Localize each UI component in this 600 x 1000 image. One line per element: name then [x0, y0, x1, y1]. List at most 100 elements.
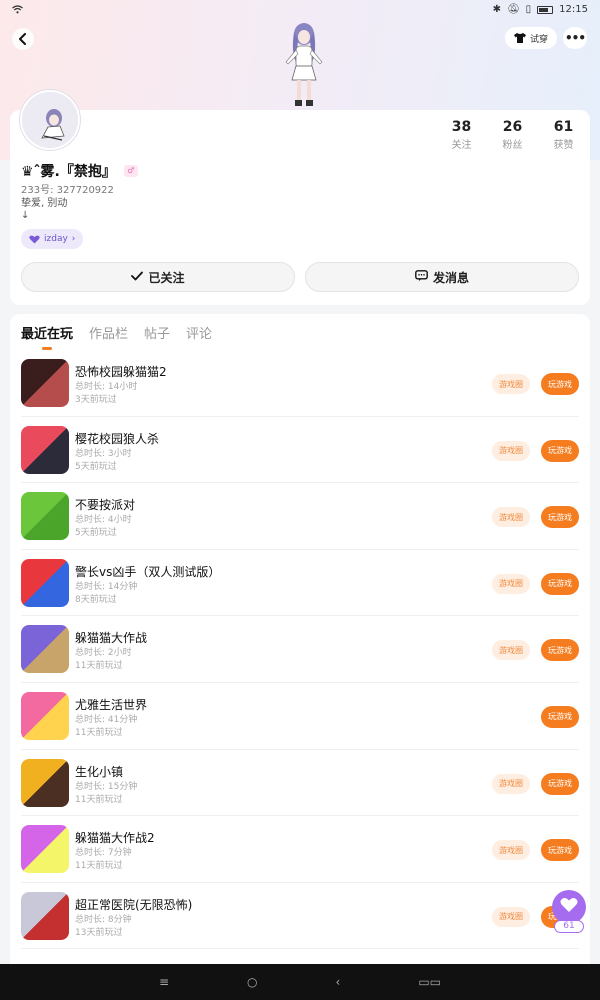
game-duration: 总时长: 15分钟 — [75, 781, 138, 792]
game-circle-button[interactable]: 游戏圈 — [492, 440, 530, 461]
game-duration: 总时长: 2小时 — [75, 648, 132, 659]
check-icon — [131, 270, 144, 284]
game-last-played: 13天前玩过 — [75, 927, 123, 938]
game-icon[interactable] — [21, 359, 69, 407]
recents-icon[interactable]: ▭▭ — [418, 975, 441, 989]
game-name: 尤雅生活世界 — [75, 697, 148, 712]
game-row[interactable]: 躲猫猫大作战2 总时长: 7分钟 11天前玩过 游戏圈 玩游戏 — [21, 816, 579, 883]
stat-likes[interactable]: 61 获赞 — [538, 119, 589, 151]
tab-works[interactable]: 作品栏 — [89, 323, 128, 342]
game-circle-button[interactable]: 游戏圈 — [492, 840, 530, 861]
game-icon[interactable] — [21, 758, 69, 807]
play-game-button[interactable]: 玩游戏 — [541, 439, 579, 462]
game-icon[interactable] — [21, 825, 69, 874]
game-circle-button[interactable]: 游戏圈 — [492, 507, 530, 528]
game-duration: 总时长: 14小时 — [75, 382, 138, 392]
bio-line: ↓ — [21, 210, 30, 221]
game-duration: 总时长: 41分钟 — [75, 714, 138, 725]
game-circle-button[interactable]: 游戏圈 — [492, 773, 530, 794]
game-icon[interactable] — [21, 891, 69, 940]
wifi-icon — [12, 5, 23, 17]
stat-value: 61 — [553, 119, 574, 135]
more-options-button[interactable]: ••• — [563, 27, 587, 49]
vibrate-icon: ▯ — [525, 4, 532, 15]
tab-comments[interactable]: 评论 — [186, 323, 212, 342]
tab-posts[interactable]: 帖子 — [144, 323, 170, 342]
clock: 12:15 — [559, 4, 588, 15]
play-game-button[interactable]: 玩游戏 — [541, 506, 579, 529]
game-name: 恐怖校园躲猫猫2 — [75, 365, 167, 379]
play-game-button[interactable]: 玩游戏 — [541, 839, 579, 862]
game-name: 樱花校园狼人杀 — [75, 431, 160, 446]
game-duration: 总时长: 3小时 — [75, 448, 132, 459]
bio-line: 挚爱, 别动 — [21, 198, 68, 209]
play-game-button[interactable]: 玩游戏 — [541, 373, 579, 395]
game-name: 生化小镇 — [75, 764, 124, 779]
follow-button[interactable]: 已关注 — [21, 262, 295, 292]
game-last-played: 11天前玩过 — [75, 661, 123, 672]
game-icon[interactable] — [21, 425, 69, 474]
chevron-left-icon — [19, 33, 26, 45]
bio: 挚爱, 别动 ↓ — [21, 198, 67, 222]
game-icon[interactable] — [21, 691, 69, 740]
game-icon[interactable] — [21, 492, 69, 541]
battery-icon — [537, 5, 554, 14]
stat-value: 26 — [502, 119, 523, 135]
message-button[interactable]: 发消息 — [305, 262, 579, 292]
more-dots-icon: ••• — [564, 31, 586, 45]
play-game-button[interactable]: 玩游戏 — [541, 772, 579, 795]
game-row[interactable]: 恐怖校园躲猫猫2 总时长: 14小时 3天前玩过 游戏圈 玩游戏 — [21, 350, 579, 417]
game-row[interactable]: 警长vs凶手（双人测试版） 总时长: 14分钟 8天前玩过 游戏圈 玩游戏 — [21, 550, 579, 617]
game-icon[interactable] — [21, 558, 69, 607]
profile-tabs: 最近在玩 作品栏 帖子 评论 — [21, 323, 212, 350]
play-game-button[interactable]: 玩游戏 — [541, 705, 579, 728]
game-last-played: 3天前玩过 — [75, 395, 117, 405]
try-on-label: 试穿 — [529, 34, 548, 45]
game-last-played: 11天前玩过 — [75, 861, 123, 872]
like-fab[interactable] — [552, 890, 586, 924]
play-game-button[interactable]: 玩游戏 — [541, 572, 579, 595]
game-name: 躲猫猫大作战 — [75, 631, 148, 646]
games-card: 最近在玩 作品栏 帖子 评论 恐怖校园躲猫猫2 总时长: 14小时 3天前玩过 游戏圈… — [10, 314, 590, 974]
game-duration: 总时长: 4小时 — [75, 515, 132, 526]
mute-icon: 🔕︎ — [506, 4, 520, 15]
system-nav-bar: ≡ ○ ‹ ▭▭ — [0, 964, 600, 1000]
stat-following[interactable]: 38 关注 — [436, 119, 487, 151]
chevron-right-icon: › — [71, 234, 76, 244]
partner-tag[interactable]: izday › — [21, 229, 84, 249]
username: ♛ˆ雾.『禁抱』 ♂ — [21, 161, 138, 181]
try-on-button[interactable]: 试穿 — [505, 27, 557, 49]
game-circle-button[interactable]: 游戏圈 — [492, 906, 530, 927]
stat-followers[interactable]: 26 粉丝 — [487, 119, 538, 151]
avatar[interactable] — [20, 90, 80, 150]
game-circle-button[interactable]: 游戏圈 — [492, 374, 530, 394]
game-row[interactable]: 超正常医院(无限恐怖)总时长: 8分钟13天前玩过游戏圈玩游戏 — [21, 883, 579, 950]
follow-label: 已关注 — [148, 270, 185, 285]
tab-recent[interactable]: 最近在玩 — [21, 323, 73, 350]
game-name: 超正常医院(无限恐怖) — [75, 897, 193, 912]
game-circle-button[interactable]: 游戏圈 — [492, 573, 530, 594]
stat-value: 38 — [451, 119, 472, 135]
game-row[interactable]: 樱花校园狼人杀总时长: 3小时 5天前玩过 游戏圈 玩游戏 — [21, 417, 579, 484]
game-row[interactable]: 躲猫猫大作战总时长: 2小时 11天前玩过 游戏圈 玩游戏 — [21, 616, 579, 683]
play-game-button[interactable]: 玩游戏 — [541, 639, 579, 662]
back-nav-icon[interactable]: ‹ — [336, 975, 341, 989]
game-last-played: 5天前玩过 — [75, 461, 117, 472]
menu-icon[interactable]: ≡ — [159, 975, 169, 989]
recent-games-list: 恐怖校园躲猫猫2 总时长: 14小时 3天前玩过 游戏圈 玩游戏 樱花校园狼人杀 总时长: … — [10, 350, 590, 950]
back-button[interactable] — [12, 28, 34, 50]
game-circle-button[interactable]: 游戏圈 — [492, 640, 530, 661]
home-icon[interactable]: ○ — [247, 975, 257, 989]
partner-tag-label: izday — [44, 234, 68, 244]
avatar-3d-figure — [285, 23, 323, 106]
game-duration: 总时长: 14分钟 — [75, 581, 138, 592]
game-icon[interactable] — [21, 625, 69, 674]
game-row[interactable]: 尤雅生活世界总时长: 41分钟 11天前玩过 玩游戏 — [21, 683, 579, 750]
game-last-played: 11天前玩过 — [75, 727, 123, 738]
game-row[interactable]: 生化小镇总时长: 15分钟 11天前玩过 游戏圈 玩游戏 — [21, 750, 579, 817]
user-id[interactable]: 233号: 327720922 — [21, 181, 114, 196]
game-last-played: 11天前玩过 — [75, 794, 123, 805]
game-row[interactable]: 不要按派对 总时长: 4小时 5天前玩过 游戏圈 玩游戏 — [21, 483, 579, 550]
status-bar: ✱ 🔕︎ ▯ 12:15 — [0, 0, 600, 22]
stat-label: 获赞 — [553, 140, 574, 151]
